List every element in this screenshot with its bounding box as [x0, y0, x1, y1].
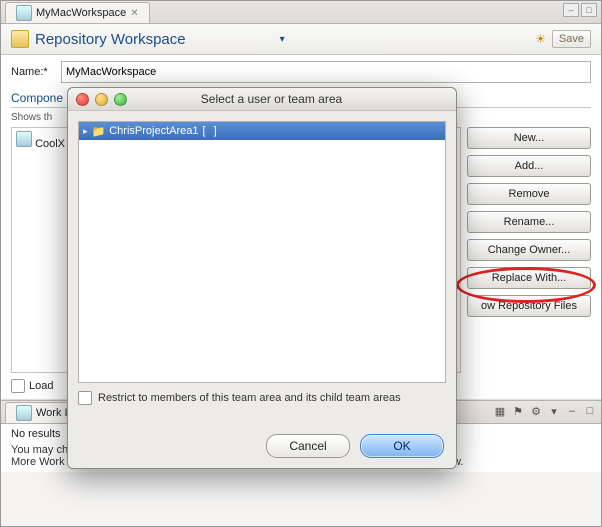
editor-tab-label: MyMacWorkspace [36, 7, 126, 19]
editor-tab-controls: – □ [563, 3, 597, 17]
bracket-close: ] [214, 125, 217, 137]
minimize-button[interactable]: – [563, 3, 579, 17]
restrict-label: Restrict to members of this team area an… [98, 392, 401, 404]
repository-workspace-icon [11, 30, 29, 48]
dialog-title: Select a user or team area [127, 92, 456, 106]
change-owner-button[interactable]: Change Owner... [467, 239, 591, 261]
page-title: Repository Workspace [35, 31, 274, 48]
save-button[interactable]: Save [552, 30, 591, 48]
add-button[interactable]: Add... [467, 155, 591, 177]
dialog-body: ▸ 📁 ChrisProjectArea1 [ ] Restrict to me… [68, 111, 456, 415]
flag-icon[interactable]: ⚑ [511, 404, 525, 418]
dialog-titlebar: Select a user or team area [68, 88, 456, 111]
cancel-button[interactable]: Cancel [266, 434, 350, 458]
maximize-button[interactable]: □ [581, 3, 597, 17]
traffic-lights [68, 93, 127, 106]
name-label: Name:* [11, 66, 55, 78]
component-icon [16, 131, 32, 147]
component-label: CoolX [35, 138, 65, 150]
workspace-icon [16, 5, 32, 21]
restrict-row: Restrict to members of this team area an… [78, 391, 446, 405]
close-window-button[interactable] [76, 93, 89, 106]
view-max-icon[interactable]: □ [583, 404, 597, 418]
page-header: Repository Workspace ▾ ☀ Save [1, 24, 601, 55]
select-user-dialog: Select a user or team area ▸ 📁 ChrisProj… [67, 87, 457, 469]
gear-icon[interactable]: ⚙ [529, 404, 543, 418]
bracket-open: [ [203, 125, 206, 137]
team-area-tree[interactable]: ▸ 📁 ChrisProjectArea1 [ ] [78, 121, 446, 383]
grid-icon[interactable]: ▦ [493, 404, 507, 418]
work-items-toolbar: ▦ ⚑ ⚙ ▾ – □ [493, 404, 597, 418]
load-checkbox[interactable] [11, 379, 25, 393]
name-input[interactable] [61, 61, 591, 83]
name-row: Name:* [11, 61, 591, 83]
expand-icon[interactable]: ▸ [83, 126, 88, 137]
title-dropdown-icon[interactable]: ▾ [280, 34, 285, 45]
minimize-window-button[interactable] [95, 93, 108, 106]
ok-button[interactable]: OK [360, 434, 444, 458]
editor-tab-workspace[interactable]: MyMacWorkspace ✕ [5, 2, 150, 23]
restrict-checkbox[interactable] [78, 391, 92, 405]
replace-with-button[interactable]: Replace With... [467, 267, 591, 289]
work-items-icon [16, 405, 32, 421]
new-button[interactable]: New... [467, 127, 591, 149]
refresh-icon[interactable]: ☀ [535, 32, 546, 46]
editor-tabbar: MyMacWorkspace ✕ – □ [1, 1, 601, 24]
close-icon[interactable]: ✕ [130, 8, 138, 19]
show-repository-files-button[interactable]: ow Repository Files [467, 295, 591, 317]
tree-row-project[interactable]: ▸ 📁 ChrisProjectArea1 [ ] [79, 122, 445, 140]
project-name: ChrisProjectArea1 [109, 125, 198, 137]
view-min-icon[interactable]: – [565, 404, 579, 418]
project-area-icon: 📁 [92, 125, 106, 138]
hint-prefix: You may ch [11, 444, 68, 456]
editor-window: MyMacWorkspace ✕ – □ Repository Workspac… [0, 0, 602, 527]
load-label: Load [29, 380, 53, 392]
remove-button[interactable]: Remove [467, 183, 591, 205]
component-buttons: New... Add... Remove Rename... Change Ow… [467, 127, 591, 373]
dialog-buttons: Cancel OK [266, 434, 444, 458]
menu-icon[interactable]: ▾ [547, 404, 561, 418]
rename-button[interactable]: Rename... [467, 211, 591, 233]
zoom-window-button[interactable] [114, 93, 127, 106]
